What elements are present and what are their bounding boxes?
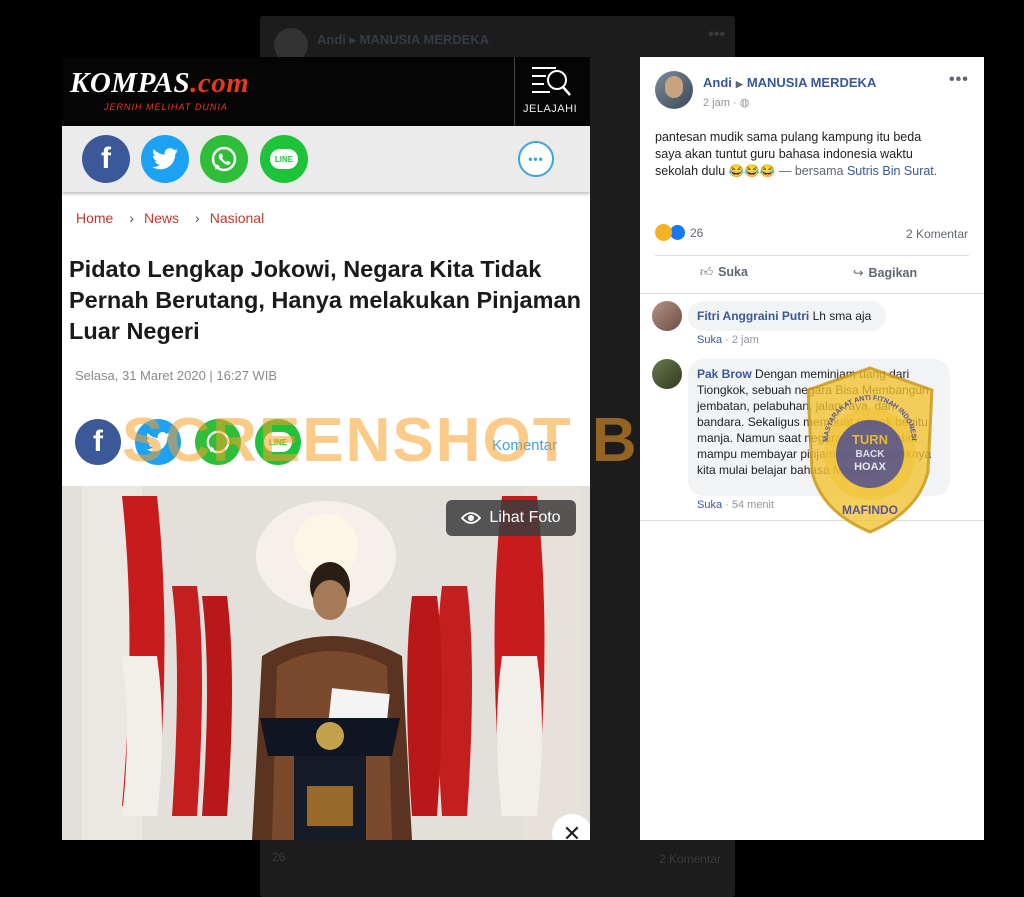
arrow-icon: ▶ <box>735 79 743 89</box>
facebook-icon[interactable]: f <box>75 419 121 465</box>
comment-bubble: Fitri Anggraini Putri Lh sma aja <box>688 301 886 331</box>
tagged-user[interactable]: Sutris Bin Surat. <box>847 164 937 178</box>
commenter-name[interactable]: Pak Brow <box>697 367 752 381</box>
article-photo[interactable]: Lihat Foto ✕ <box>62 486 590 840</box>
share-button[interactable]: ↪ Bagikan <box>853 265 917 280</box>
commenter-avatar[interactable] <box>652 359 682 389</box>
comment-time[interactable]: 54 menit <box>732 499 774 511</box>
breadcrumb-separator: › <box>195 210 200 226</box>
explore-label[interactable]: JELAJAHI <box>523 103 577 115</box>
avatar[interactable] <box>655 71 693 109</box>
seal-center-line2: BACK <box>856 449 886 460</box>
line-icon[interactable]: LINE <box>260 135 308 183</box>
author-name[interactable]: Andi <box>703 75 732 90</box>
screenshot-composite: Andi ▸ MANUSIA MERDEKA ••• 26 2 Komentar… <box>0 0 1024 897</box>
share-label: Bagikan <box>868 266 918 280</box>
share-bar-top: f LINE ••• <box>62 126 590 192</box>
article-title: Pidato Lengkap Jokowi, Negara Kita Tidak… <box>69 256 581 344</box>
reaction-summary[interactable]: 26 <box>655 224 703 241</box>
group-name[interactable]: MANUSIA MERDEKA <box>747 75 877 90</box>
explore-icon[interactable] <box>530 65 572 97</box>
comment-like-link[interactable]: Suka <box>697 334 722 346</box>
thumbs-up-icon: 👍︎ <box>700 265 714 279</box>
post-line: pantesan mudik sama pulang kampung itu b… <box>655 130 922 144</box>
share-arrow-icon: ↪ <box>853 266 864 280</box>
breadcrumb-home[interactable]: Home <box>76 210 113 226</box>
comment-like-link[interactable]: Suka <box>697 499 722 511</box>
reaction-count: 26 <box>690 225 704 240</box>
commenter-avatar[interactable] <box>652 301 682 331</box>
facebook-icon[interactable]: f <box>82 135 130 183</box>
breadcrumb-separator: › <box>129 210 135 226</box>
breadcrumb-nasional[interactable]: Nasional <box>210 210 264 226</box>
post-text: pantesan mudik sama pulang kampung itu b… <box>655 129 975 180</box>
commenter-name[interactable]: Fitri Anggraini Putri <box>697 309 809 323</box>
chat-bubble-icon[interactable]: ••• <box>518 141 554 177</box>
lihat-foto-button[interactable]: Lihat Foto <box>446 500 576 536</box>
background-comment-count: 2 Komentar <box>658 852 721 866</box>
twitter-icon[interactable] <box>141 135 189 183</box>
post-actions: 👍︎ Suka ↪ Bagikan <box>655 255 969 291</box>
watermark: SCREENSHOT BY <box>122 406 682 475</box>
comment-text: Lh sma aja <box>812 309 872 323</box>
more-options-icon[interactable]: ••• <box>949 71 969 89</box>
line-label: LINE <box>270 149 298 169</box>
logo-suffix-text: .com <box>190 67 250 99</box>
post-line: sekolah dulu 😂😂😂 — bersama Sutris Bin Su… <box>655 163 975 180</box>
whatsapp-icon[interactable] <box>200 135 248 183</box>
post-line-text: sekolah dulu 😂😂😂 <box>655 164 776 178</box>
post-line: saya akan tuntut guru bahasa indonesia w… <box>655 147 913 161</box>
background-reaction-count: 26 <box>272 850 286 864</box>
kompas-tagline: JERNIH MELIHAT DUNIA <box>104 102 228 112</box>
like-button[interactable]: 👍︎ Suka <box>700 265 748 280</box>
kompas-header: KOMPAS.com JERNIH MELIHAT DUNIA JELAJAHI <box>62 57 590 126</box>
kompas-logo[interactable]: KOMPAS.com <box>70 67 249 100</box>
seal-bottom-text: MAFINDO <box>842 503 898 517</box>
globe-icon: ◍ <box>739 97 750 109</box>
comment-count[interactable]: 2 Komentar <box>906 227 968 241</box>
article-date: Selasa, 31 Maret 2020 | 16:27 WIB <box>75 368 278 383</box>
haha-reaction-icon <box>655 224 672 241</box>
post-timestamp[interactable]: 2 jam <box>703 97 730 109</box>
breadcrumb-news[interactable]: News <box>144 210 179 226</box>
photo-illustration <box>62 486 590 840</box>
seal-center-line1: TURN <box>852 432 888 447</box>
like-label: Suka <box>718 265 748 279</box>
post-author: Andi ▶ MANUSIA MERDEKA <box>703 75 876 90</box>
divider <box>640 293 984 294</box>
comment-meta: Suka · 2 jam <box>697 334 759 346</box>
seal-center-line3: HOAX <box>854 461 886 473</box>
post-time: 2 jam · ◍ <box>703 97 750 109</box>
more-options-icon: ••• <box>708 26 725 43</box>
lihat-foto-label: Lihat Foto <box>489 509 561 526</box>
background-author: Andi ▸ MANUSIA MERDEKA <box>317 32 490 47</box>
comment-time[interactable]: 2 jam <box>732 334 759 346</box>
comment-meta: Suka · 54 menit <box>697 499 775 511</box>
logo-main-text: KOMPAS <box>70 67 191 99</box>
with-text: — bersama <box>778 164 844 178</box>
mafindo-seal-logo: MASYARAKAT ANTI FITNAH INDONESIA TURN BA… <box>800 364 934 534</box>
eye-icon <box>461 512 482 524</box>
header-divider <box>514 57 515 126</box>
breadcrumb: Home › News › Nasional <box>76 210 270 226</box>
